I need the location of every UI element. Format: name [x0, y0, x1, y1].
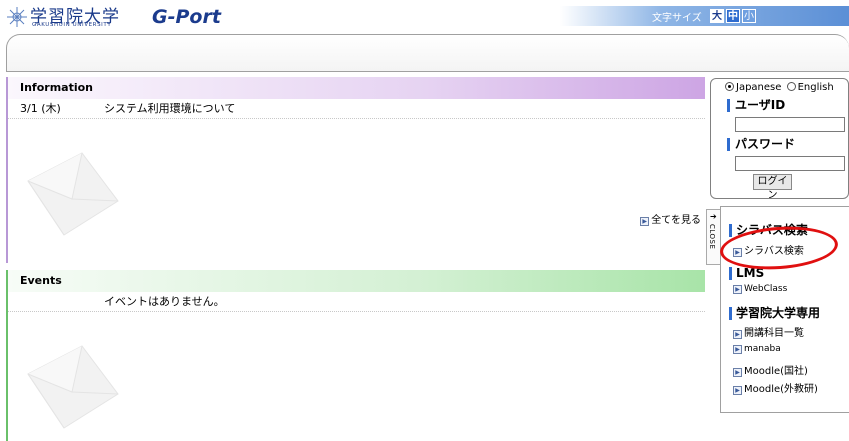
university-name-en: GAKUSHUIN UNIVERSITY: [32, 22, 112, 28]
envelope-icon: [27, 345, 119, 429]
header: 学習院大学 GAKUSHUIN UNIVERSITY G-Port 文字サイズ …: [0, 0, 849, 32]
info-date: 3/1 (木): [20, 102, 61, 115]
arrow-icon: ▶: [733, 386, 742, 395]
japanese-label[interactable]: Japanese: [736, 82, 781, 93]
app-title[interactable]: G-Port: [152, 6, 221, 28]
syllabus-search-label: シラバス検索: [744, 246, 804, 257]
japanese-radio[interactable]: [725, 82, 734, 91]
language-selector: Japanese English: [725, 82, 834, 93]
events-panel: Events イベントはありません。: [6, 270, 705, 441]
moodle-kokusha-link[interactable]: ▶ Moodle(国社): [733, 362, 808, 377]
course-list-link[interactable]: ▶ 開講科目一覧: [733, 324, 804, 339]
font-size-large-button[interactable]: 大: [710, 9, 724, 23]
password-label: パスワード: [727, 138, 795, 151]
gakushuin-section-title: 学習院大学専用: [729, 307, 820, 320]
moodle-gaikyoken-link[interactable]: ▶ Moodle(外教研): [733, 380, 818, 395]
envelope-icon: [27, 152, 119, 236]
manaba-link[interactable]: ▶ manaba: [733, 344, 781, 354]
font-size-small-button[interactable]: 小: [742, 9, 756, 23]
see-all-link[interactable]: ▶ 全てを見る: [640, 211, 701, 226]
events-empty-message: イベントはありません。: [104, 295, 225, 308]
arrow-icon: ▶: [733, 248, 742, 257]
manaba-label: manaba: [744, 344, 781, 354]
see-all-label: 全てを見る: [651, 215, 701, 226]
moodle-gaikyoken-label: Moodle(外教研): [744, 384, 818, 395]
close-tab-label: CLOSE: [708, 224, 716, 250]
arrow-right-icon: ➔: [710, 212, 717, 221]
arrow-icon: ▶: [733, 330, 742, 339]
login-box: Japanese English ユーザID パスワード ログイン: [710, 78, 849, 201]
syllabus-section-title: シラバス検索: [729, 224, 808, 237]
info-title-link[interactable]: システム利用環境について: [104, 99, 235, 119]
password-input[interactable]: [735, 156, 845, 171]
user-id-label: ユーザID: [727, 99, 785, 112]
webclass-link[interactable]: ▶ WebClass: [733, 284, 787, 294]
information-title: Information: [8, 77, 705, 99]
login-button[interactable]: ログイン: [753, 174, 792, 201]
arrow-icon: ▶: [733, 368, 742, 377]
font-size-medium-button[interactable]: 中: [726, 9, 740, 23]
course-list-label: 開講科目一覧: [744, 328, 804, 339]
arrow-icon: ▶: [733, 285, 742, 294]
english-radio[interactable]: [786, 82, 796, 91]
sidebar-close-tab[interactable]: ➔ CLOSE: [706, 209, 720, 265]
information-panel: Information 3/1 (木) システム利用環境について ▶ 全てを見る: [6, 77, 705, 263]
info-row[interactable]: 3/1 (木) システム利用環境について: [8, 99, 705, 119]
english-label[interactable]: English: [798, 82, 834, 93]
university-crest-icon: [7, 7, 27, 27]
sidebar-links: シラバス検索 ▶ シラバス検索 LMS ▶ WebClass 学習院大学専用 ▶ 開講…: [720, 206, 849, 413]
font-size-label: 文字サイズ: [652, 13, 702, 24]
events-row: イベントはありません。: [8, 292, 705, 312]
syllabus-search-link[interactable]: ▶ シラバス検索: [733, 242, 804, 257]
user-id-input[interactable]: [735, 117, 845, 132]
moodle-kokusha-label: Moodle(国社): [744, 366, 808, 377]
webclass-label: WebClass: [744, 284, 788, 294]
arrow-icon: ▶: [640, 217, 650, 226]
lms-section-title: LMS: [729, 267, 764, 280]
events-title: Events: [8, 270, 705, 292]
top-navigation-bar: [6, 34, 849, 72]
arrow-icon: ▶: [733, 345, 742, 354]
header-band: [560, 6, 849, 26]
